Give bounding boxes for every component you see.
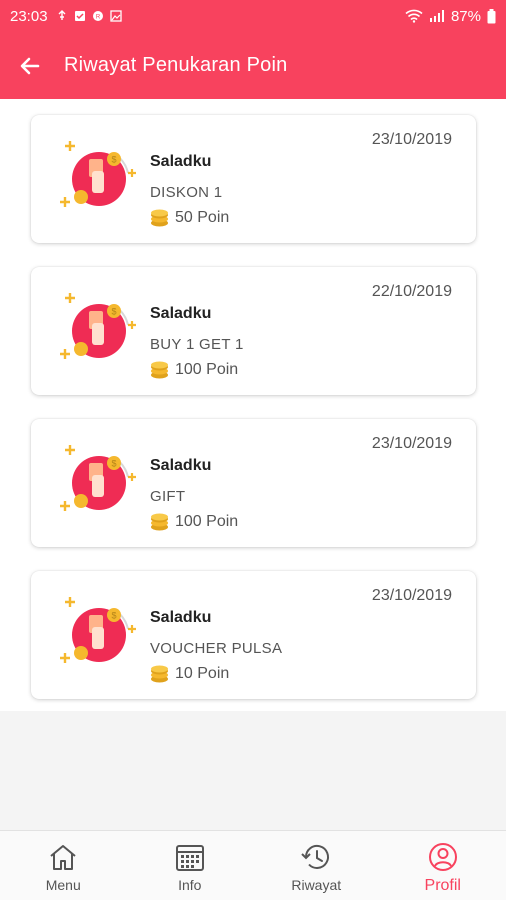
points-row: 100 Poin — [150, 361, 238, 379]
redemption-date: 23/10/2019 — [371, 131, 452, 148]
coin-stack-icon — [151, 665, 168, 683]
usb-icon — [58, 10, 66, 20]
home-icon — [50, 845, 76, 870]
redemption-card[interactable]: $ 23/10/2019 Saladku VOUCHER PULSA 10 Po… — [31, 571, 476, 699]
status-time: 23:03 — [10, 7, 48, 25]
redemption-card[interactable]: $ 23/10/2019 Saladku GIFT 100 Poin — [31, 419, 476, 547]
nav-item-menu[interactable]: Menu — [0, 831, 127, 900]
points-row: 10 Poin — [150, 665, 229, 683]
merchant-name: Saladku — [150, 457, 212, 474]
points-row: 50 Poin — [150, 209, 229, 227]
arrow-back-icon — [20, 57, 40, 74]
redemption-date: 23/10/2019 — [371, 435, 452, 452]
points-reward-icon: $ — [60, 597, 136, 663]
redemption-date: 23/10/2019 — [371, 587, 452, 604]
notification-app-icon: R — [92, 11, 103, 21]
history-icon — [301, 845, 330, 869]
wifi-icon — [405, 9, 423, 23]
redemption-date: 22/10/2019 — [371, 283, 452, 300]
points-reward-icon: $ — [60, 445, 136, 511]
reward-name: DISKON 1 — [150, 184, 223, 201]
nav-label: Riwayat — [291, 877, 342, 893]
redemption-card[interactable]: $ 23/10/2019 Saladku DISKON 1 50 Poin — [31, 115, 476, 243]
page-title: Riwayat Penukaran Poin — [64, 54, 288, 76]
merchant-name: Saladku — [150, 609, 212, 626]
profile-icon — [428, 843, 457, 871]
points-value: 10 Poin — [175, 665, 230, 682]
reward-name: VOUCHER PULSA — [150, 640, 283, 657]
merchant-name: Saladku — [150, 305, 212, 322]
coin-stack-icon — [151, 361, 168, 379]
redemption-list: $ 23/10/2019 Saladku DISKON 1 50 Poin $ … — [0, 99, 506, 711]
redemption-card[interactable]: $ 22/10/2019 Saladku BUY 1 GET 1 100 Poi… — [31, 267, 476, 395]
back-button[interactable] — [12, 48, 48, 84]
battery-percentage: 87% — [450, 7, 481, 25]
nav-item-profil[interactable]: Profil — [380, 831, 506, 900]
status-bar: 23:03 R 87% — [0, 0, 506, 32]
task-check-icon — [74, 11, 85, 21]
nav-item-riwayat[interactable]: Riwayat — [253, 831, 380, 900]
reward-name: GIFT — [150, 488, 186, 505]
coin-stack-icon — [151, 513, 168, 531]
svg-text:$: $ — [111, 611, 116, 621]
coin-stack-icon — [151, 209, 168, 227]
app-bar: Riwayat Penukaran Poin — [0, 32, 506, 99]
svg-text:$: $ — [111, 307, 116, 317]
merchant-name: Saladku — [150, 153, 212, 170]
nav-label: Menu — [45, 877, 81, 893]
bottom-navigation: Menu Info Riwayat Profil — [0, 830, 506, 900]
svg-text:$: $ — [111, 459, 116, 469]
image-icon — [109, 10, 122, 22]
points-reward-icon: $ — [60, 293, 136, 359]
points-value: 100 Poin — [175, 361, 239, 378]
calendar-icon — [175, 845, 204, 871]
nav-item-info[interactable]: Info — [127, 831, 254, 900]
nav-label: Info — [178, 877, 202, 893]
battery-icon — [487, 8, 496, 23]
nav-label: Profil — [424, 877, 461, 894]
signal-icon — [429, 10, 444, 22]
points-value: 100 Poin — [175, 513, 239, 530]
points-reward-icon: $ — [60, 141, 136, 207]
reward-name: BUY 1 GET 1 — [150, 336, 244, 353]
points-row: 100 Poin — [150, 513, 238, 531]
svg-text:$: $ — [111, 155, 116, 165]
svg-text:R: R — [95, 15, 100, 21]
points-value: 50 Poin — [175, 209, 230, 226]
